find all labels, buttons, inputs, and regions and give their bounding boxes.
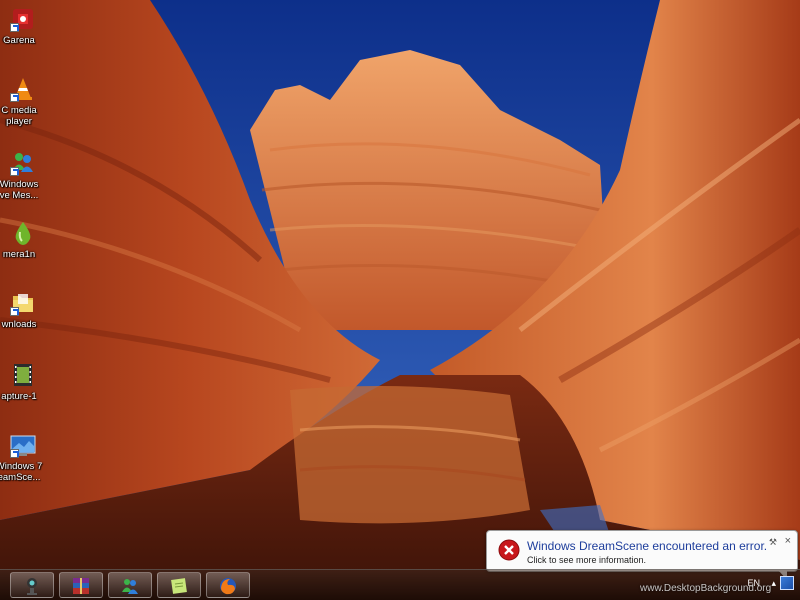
error-notification-balloon[interactable]: Windows DreamScene encountered an error.…: [486, 530, 798, 580]
sticky-notes-icon: [171, 578, 187, 594]
dreamscene-icon: [10, 432, 36, 458]
desktop-icon-downloads[interactable]: wnloads: [0, 290, 52, 330]
notification-title: Windows DreamScene encountered an error.: [527, 539, 768, 553]
desktop-icon-label: C media player: [1, 105, 37, 127]
desktop-icon-label: Windows ve Mes...: [0, 179, 39, 201]
taskbar-button-winrar[interactable]: [59, 572, 103, 598]
taskbar-button-messenger[interactable]: [108, 572, 152, 598]
vlc-cone-icon: [10, 76, 36, 102]
garena-icon: [10, 6, 36, 32]
desktop-icon-label: Garena: [3, 35, 35, 46]
firefox-icon: [220, 578, 236, 595]
video-file-icon: [10, 362, 36, 388]
folder-icon: [10, 290, 36, 316]
desktop-icon-garena[interactable]: Garena: [0, 6, 52, 46]
close-icon[interactable]: ×: [785, 535, 791, 547]
limera1n-drop-icon: [10, 220, 36, 246]
desktop-icon-label: apture-1: [1, 391, 37, 402]
winrar-icon: [73, 578, 89, 594]
desktop-icon-limera1n[interactable]: mera1n: [0, 220, 52, 260]
desktop-icon-capture[interactable]: apture-1: [0, 362, 52, 402]
desktop-icon-label: wnloads: [1, 319, 37, 330]
taskbar-button-firefox[interactable]: [206, 572, 250, 598]
watermark: www.DesktopBackground.org: [640, 583, 772, 594]
action-center-flag-icon[interactable]: [780, 576, 794, 590]
webcam-icon: [27, 578, 37, 595]
desktop-icon-messenger[interactable]: Windows ve Mes...: [0, 150, 52, 201]
desktop-icon-vlc[interactable]: C media player: [0, 76, 52, 127]
show-hidden-icons-button[interactable]: ▴: [771, 578, 776, 589]
taskbar-button-webcam[interactable]: [10, 572, 54, 598]
desktop-icon-label: mera1n: [2, 249, 36, 260]
messenger-icon: [122, 579, 138, 594]
messenger-icon: [10, 150, 36, 176]
taskbar-button-sticky-notes[interactable]: [157, 572, 201, 598]
desktop-wallpaper: [0, 0, 800, 600]
options-icon[interactable]: ⚒: [769, 537, 777, 548]
desktop-icon-label: Windows 7 eamSce...: [0, 461, 43, 483]
notification-message[interactable]: Click to see more information.: [527, 555, 646, 565]
desktop-icon-dreamscene[interactable]: Windows 7 eamSce...: [0, 432, 52, 483]
error-x-icon: [498, 539, 520, 561]
